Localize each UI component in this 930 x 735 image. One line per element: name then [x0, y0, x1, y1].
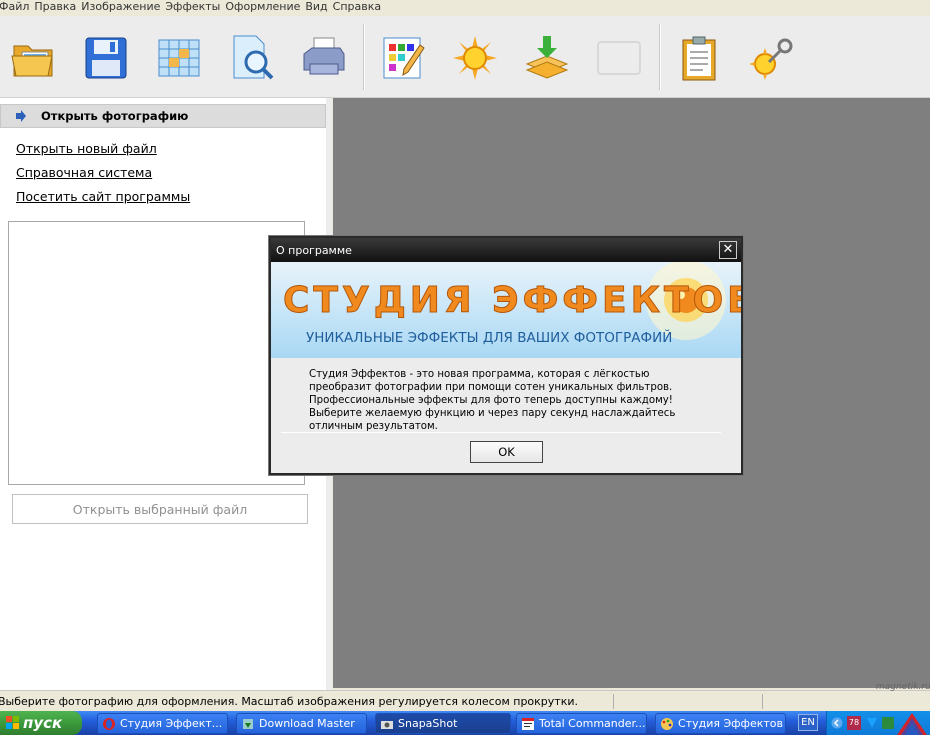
download-master-icon [243, 718, 253, 729]
system-tray: 78 [826, 711, 930, 735]
empty-frame-icon[interactable] [593, 32, 645, 84]
menu-edit[interactable]: Правка [34, 0, 81, 16]
task-label: Download Master [259, 717, 355, 730]
dialog-description: Студия Эффектов - это новая программа, к… [309, 369, 676, 432]
start-label: пуск [23, 714, 63, 732]
help-system-link[interactable]: Справочная система [16, 165, 152, 180]
taskbar-item-total-commander[interactable]: Total Commander... [516, 713, 647, 734]
taskbar-item-studio-2[interactable]: Студия Эффектов [655, 713, 786, 734]
preview-magnifier-icon[interactable] [226, 32, 278, 84]
windows-logo-icon [6, 716, 19, 729]
start-button[interactable]: пуск [0, 711, 82, 735]
menu-help[interactable]: Справка [333, 0, 386, 16]
arrow-right-icon [16, 110, 26, 122]
toolbar-separator [363, 24, 365, 90]
visit-website-link[interactable]: Посетить сайт программы [16, 189, 190, 204]
dialog-divider [281, 432, 721, 433]
opera-icon [103, 717, 115, 730]
dialog-titlebar[interactable]: О программе ✕ [271, 238, 741, 262]
clipboard-icon[interactable] [673, 32, 725, 84]
task-label: Студия Эффектов [678, 717, 783, 730]
file-list-box[interactable] [8, 221, 305, 485]
download-layers-icon[interactable] [521, 32, 573, 84]
taskbar-item-studio-1[interactable]: Студия Эффект... [97, 713, 228, 734]
task-label: Студия Эффект... [120, 717, 223, 730]
menu-effects[interactable]: Эффекты [165, 0, 225, 16]
tray-badge[interactable]: 78 [847, 716, 861, 730]
tray-app-icon[interactable] [881, 716, 895, 730]
status-text: Выберите фотографию для оформления. Масш… [0, 695, 578, 708]
logo-a-icon [897, 713, 927, 735]
toolbar [0, 16, 930, 98]
total-commander-icon [522, 717, 534, 730]
panel-header: Открыть фотографию [0, 104, 326, 128]
task-label: SnapaShot [398, 717, 458, 730]
save-disk-icon[interactable] [80, 32, 132, 84]
taskbar-item-download-master[interactable]: Download Master [236, 713, 367, 734]
banner-graphic: СТУДИЯ ЭФФЕКТОВ УНИКАЛЬНЫЕ ЭФФЕКТЫ ДЛЯ В… [283, 262, 741, 346]
menu-design[interactable]: Оформление [225, 0, 305, 16]
menu-file[interactable]: Файл [0, 0, 34, 16]
about-dialog: О программе ✕ СТУДИЯ ЭФФЕКТОВ УНИКАЛЬНЫЕ… [269, 236, 743, 475]
sun-effects-icon[interactable] [449, 32, 501, 84]
task-label: Total Commander... [539, 717, 646, 730]
camera-icon [381, 720, 393, 729]
taskbar: пуск Студия Эффект... Download Master Sn… [0, 711, 930, 735]
panel-title: Открыть фотографию [41, 109, 189, 123]
network-icon[interactable] [865, 716, 879, 730]
open-selected-file-button[interactable]: Открыть выбранный файл [12, 494, 308, 524]
menu-bar: Файл Правка Изображение Эффекты Оформлен… [0, 0, 930, 16]
close-button[interactable]: ✕ [719, 241, 737, 259]
printer-icon[interactable] [298, 32, 350, 84]
palette-edit-icon[interactable] [378, 32, 430, 84]
palette-icon [661, 717, 673, 730]
watermark-text: magnetik.ru [876, 682, 930, 692]
grid-icon[interactable] [153, 32, 205, 84]
ok-button[interactable]: OK [470, 441, 543, 463]
open-folder-icon[interactable] [8, 32, 60, 84]
key-sun-icon[interactable] [745, 32, 797, 84]
dialog-banner: СТУДИЯ ЭФФЕКТОВ УНИКАЛЬНЫЕ ЭФФЕКТЫ ДЛЯ В… [271, 262, 741, 358]
taskbar-item-snapashot[interactable]: SnapaShot [375, 713, 511, 734]
banner-subtitle: УНИКАЛЬНЫЕ ЭФФЕКТЫ ДЛЯ ВАШИХ ФОТОГРАФИЙ [306, 328, 672, 346]
status-divider [613, 694, 614, 709]
dialog-title: О программе [276, 244, 352, 257]
status-bar: Выберите фотографию для оформления. Масш… [0, 690, 930, 711]
chevron-left-icon[interactable] [831, 716, 843, 730]
status-divider [762, 694, 763, 709]
language-indicator[interactable]: EN [798, 714, 818, 731]
toolbar-separator [659, 24, 661, 90]
menu-view[interactable]: Вид [305, 0, 332, 16]
open-new-file-link[interactable]: Открыть новый файл [16, 141, 157, 156]
menu-image[interactable]: Изображение [81, 0, 165, 16]
banner-title: СТУДИЯ ЭФФЕКТОВ [283, 280, 741, 321]
